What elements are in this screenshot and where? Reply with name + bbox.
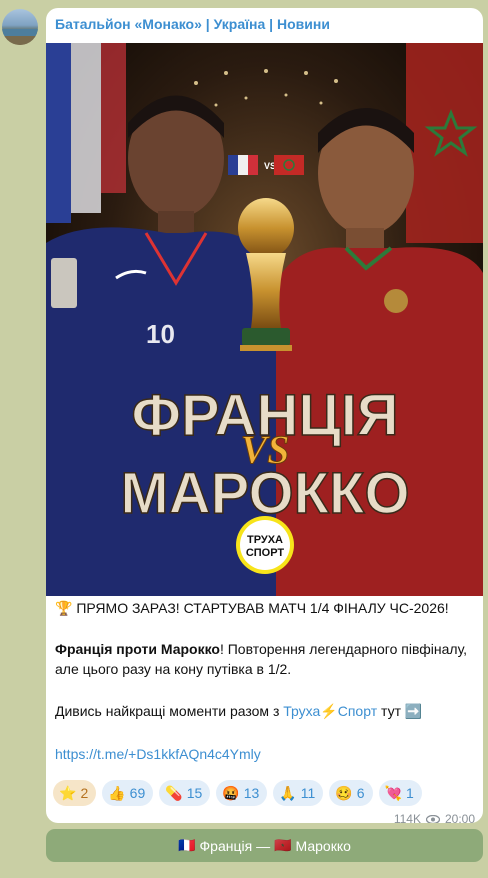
trukha-sport-logo: ТРУХА СПОРТ	[236, 516, 294, 574]
thumbs-up-icon: 👍	[108, 785, 126, 801]
sport-link[interactable]: Спорт	[338, 703, 377, 719]
flag-morocco-icon	[406, 43, 483, 243]
view-count: 114K	[393, 812, 421, 823]
post-image[interactable]: 10 VS ФРАНЦІЯ VS МАРОККО ТРУХА СПОРТ	[46, 43, 483, 596]
svg-text:СПОРТ: СПОРТ	[246, 547, 285, 559]
pill-icon: 💊	[165, 785, 183, 801]
bolt-emoji-icon: ⚡	[320, 703, 338, 719]
avatar-land	[2, 36, 38, 45]
message-bubble: Батальйон «Монако» | Україна | Новини 10…	[46, 8, 483, 823]
morocco-crest-icon	[384, 289, 408, 313]
message-time: 20:00	[444, 812, 475, 823]
trukha-link[interactable]: Труха	[283, 703, 320, 719]
message-meta: 114K 20:00	[394, 812, 475, 823]
world-cup-badge-icon	[51, 258, 77, 308]
woozy-face-icon: 🥴	[335, 785, 353, 801]
reaction-pray[interactable]: 🙏 11	[273, 780, 324, 806]
reaction-star[interactable]: ⭐ 2	[53, 780, 97, 806]
angry-face-icon: 🤬	[222, 785, 240, 801]
flag-france-icon: 🇫🇷	[178, 837, 196, 853]
channel-name[interactable]: Батальйон «Монако» | Україна | Новини	[55, 16, 330, 32]
eye-icon	[425, 814, 440, 823]
reaction-angry[interactable]: 🤬 13	[216, 780, 268, 806]
player-number: 10	[146, 319, 175, 349]
message-url: https://t.me/+Ds1kkfAQn4c4Ymly	[55, 744, 477, 764]
svg-text:ТРУХА: ТРУХА	[247, 534, 283, 546]
reaction-thumbs-up[interactable]: 👍 69	[102, 780, 154, 806]
message-cta: Дивись найкращі моменти разом з Труха⚡Сп…	[55, 703, 423, 719]
heart-arrow-icon: 💘	[384, 785, 402, 801]
arrow-right-icon: ➡️	[404, 703, 423, 719]
flag-morocco-icon: 🇲🇦	[274, 837, 292, 853]
channel-avatar[interactable]	[2, 9, 38, 45]
pray-icon: 🙏	[279, 785, 297, 801]
star-icon: ⭐	[59, 785, 77, 801]
inline-button-match[interactable]: 🇫🇷 Франція — 🇲🇦 Марокко	[46, 829, 483, 862]
trophy-emoji-icon: 🏆	[55, 600, 73, 616]
reaction-pill[interactable]: 💊 15	[159, 780, 211, 806]
message-paragraph: Франція проти Марокко! Повторення легенд…	[55, 641, 468, 677]
reaction-woozy[interactable]: 🥴 6	[329, 780, 373, 806]
invite-link[interactable]: https://t.me/+Ds1kkfAQn4c4Ymly	[55, 746, 261, 762]
match-poster: 10 VS ФРАНЦІЯ VS МАРОККО ТРУХА СПОРТ	[46, 43, 483, 596]
reaction-heart-arrow[interactable]: 💘 1	[378, 780, 422, 806]
reactions-bar: ⭐ 2 👍 69 💊 15 🤬 13 🙏 11 🥴 6 💘 1	[53, 780, 422, 808]
message-headline: 🏆 ПРЯМО ЗАРАЗ! СТАРТУВАВ МАТЧ 1/4 ФІНАЛУ…	[55, 600, 449, 616]
